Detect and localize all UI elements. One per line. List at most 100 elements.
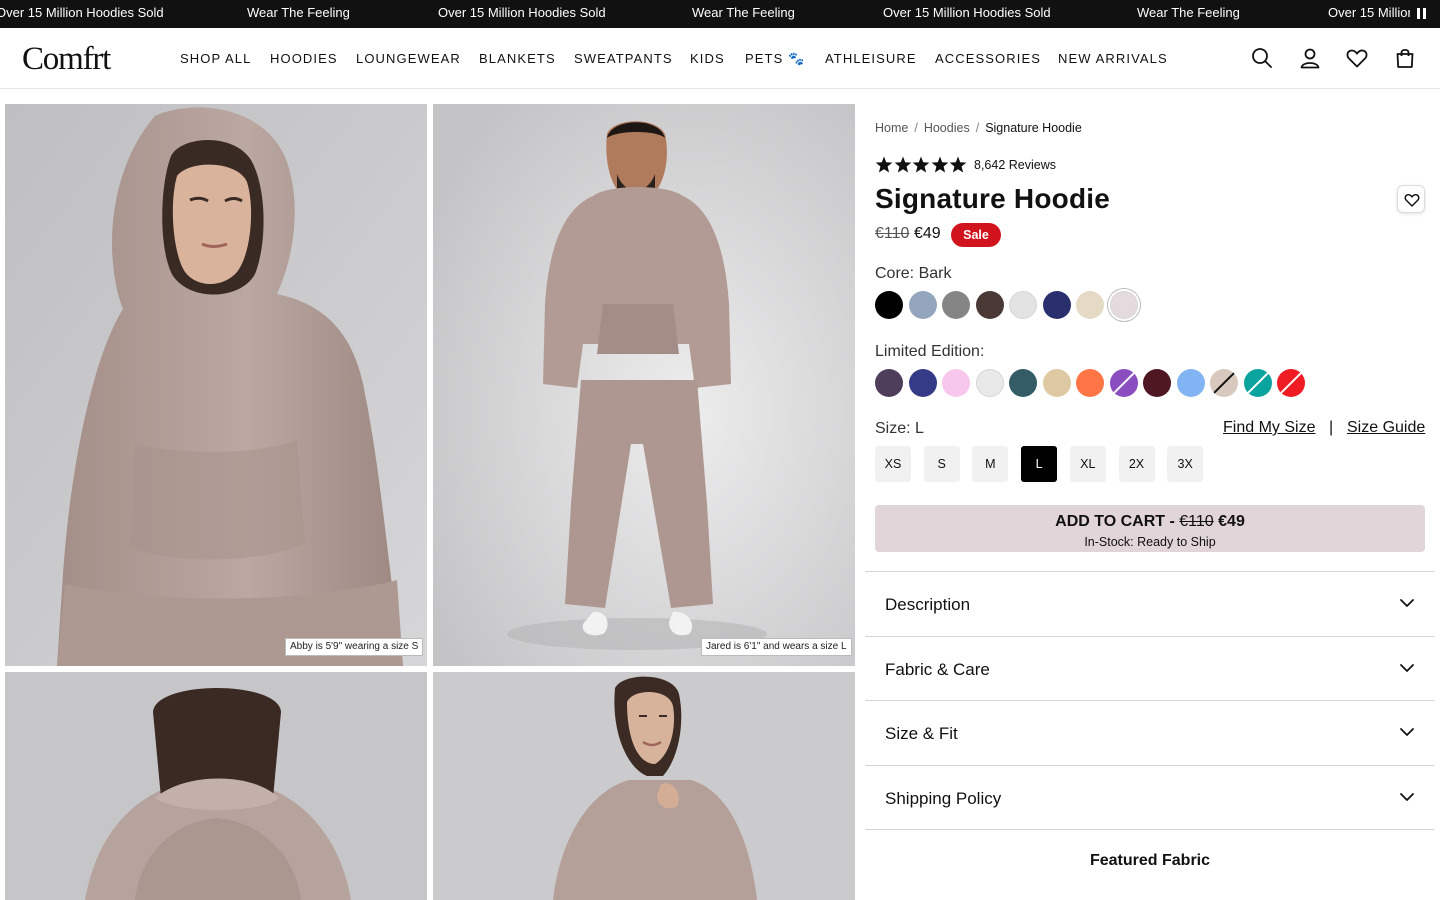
accordion-shipping-policy[interactable]: Shipping Policy <box>865 765 1435 830</box>
nav-item-athleisure[interactable]: ATHLEISURE <box>825 52 917 66</box>
accordion-label: Description <box>885 595 971 614</box>
core-color-swatch[interactable] <box>1042 291 1071 319</box>
size-option-l[interactable]: L <box>1021 446 1058 482</box>
chevron-down-icon <box>1400 599 1414 607</box>
limited-color-swatch[interactable] <box>908 369 937 397</box>
accordion-size-fit[interactable]: Size & Fit <box>865 700 1435 765</box>
original-price: €110 <box>875 225 910 242</box>
breadcrumb-separator: / <box>975 121 980 135</box>
pause-icon[interactable] <box>1414 7 1428 21</box>
cart-bag-icon[interactable] <box>1393 46 1417 70</box>
search-icon[interactable] <box>1250 46 1274 70</box>
core-color-swatch[interactable] <box>975 291 1004 319</box>
nav-item-sweatpants[interactable]: SWEATPANTS <box>574 52 673 66</box>
announcement-track: Over 15 Million Hoodies Sold Wear The Fe… <box>0 0 1410 28</box>
announcement-message: Over 15 Million Hoodies Sold <box>438 5 606 20</box>
limited-color-swatch[interactable] <box>1042 369 1071 397</box>
find-my-size-link[interactable]: Find My Size <box>1223 419 1315 437</box>
star-icon <box>894 156 911 173</box>
size-label: Size: L <box>875 420 924 437</box>
breadcrumb-hoodies[interactable]: Hoodies <box>924 121 970 135</box>
star-icon <box>912 156 930 173</box>
star-icon <box>931 156 948 173</box>
size-option-xs[interactable]: XS <box>875 446 911 482</box>
nav-item-shop-all[interactable]: SHOP ALL <box>180 52 251 66</box>
model-size-caption: Jared is 6'1" and wears a size L <box>701 638 852 656</box>
announcement-message: Wear The Feeling <box>247 5 350 20</box>
sold-out-slash <box>1210 369 1238 397</box>
logo[interactable]: Comfrt <box>22 42 111 76</box>
announcement-message: Over 15 Million Hoodies Sold <box>0 5 164 20</box>
sold-out-slash <box>1244 369 1271 397</box>
size-option-xl[interactable]: XL <box>1069 446 1106 482</box>
breadcrumb-home[interactable]: Home <box>875 121 908 135</box>
limited-color-swatch[interactable] <box>1109 369 1138 397</box>
nav-item-blankets[interactable]: BLANKETS <box>479 52 556 66</box>
accordion-description[interactable]: Description <box>865 571 1435 636</box>
announcement-message: Wear The Feeling <box>692 5 795 20</box>
limited-color-swatch[interactable] <box>1176 369 1205 397</box>
limited-color-swatch[interactable] <box>1009 369 1037 397</box>
add-to-cart-button[interactable]: ADD TO CART - €110 €49 In-Stock: Ready t… <box>875 505 1425 552</box>
star-icon <box>875 156 893 173</box>
sold-out-slash <box>1277 369 1305 397</box>
size-option-m[interactable]: M <box>972 446 1009 482</box>
heart-icon <box>1404 194 1420 207</box>
size-guide-link[interactable]: Size Guide <box>1347 419 1425 437</box>
accordion-label: Size & Fit <box>885 724 958 743</box>
star-icon <box>949 156 967 173</box>
featured-fabric-heading: Featured Fabric <box>1089 852 1211 869</box>
wishlist-heart-icon[interactable] <box>1345 46 1369 70</box>
site-header: Comfrt SHOP ALL HOODIES LOUNGEWEAR BLANK… <box>0 28 1440 89</box>
account-icon[interactable] <box>1298 46 1322 70</box>
chevron-down-icon <box>1400 793 1414 801</box>
announcement-bar: Over 15 Million Hoodies Sold Wear The Fe… <box>0 0 1440 28</box>
breadcrumb-separator: / <box>914 121 918 135</box>
add-to-cart-label: ADD TO CART - <box>1055 513 1180 530</box>
announcement-message: Wear The Feeling <box>1137 5 1240 20</box>
core-color-swatch[interactable] <box>1009 291 1037 319</box>
size-links-separator: | <box>1329 419 1334 436</box>
limited-color-swatch[interactable] <box>975 369 1004 397</box>
limited-color-swatch[interactable] <box>1143 369 1171 397</box>
announcement-message: Over 15 Million Hoodies Sold <box>883 5 1051 20</box>
size-option-2x[interactable]: 2X <box>1118 446 1155 482</box>
breadcrumb: Home / Hoodies / Signature Hoodie <box>875 121 1082 135</box>
model-size-caption: Abby is 5'9" wearing a size S <box>285 638 424 656</box>
sale-badge: Sale <box>951 223 1001 247</box>
add-to-cart-old-price: €110 <box>1179 513 1214 530</box>
review-count[interactable]: 8,642 Reviews <box>974 158 1056 172</box>
core-color-swatch[interactable] <box>1076 291 1104 319</box>
limited-color-swatch[interactable] <box>875 369 903 397</box>
nav-item-new-arrivals[interactable]: NEW ARRIVALS <box>1058 52 1168 66</box>
sale-price: €49 <box>914 225 941 242</box>
nav-item-accessories[interactable]: ACCESSORIES <box>935 52 1041 66</box>
core-color-swatch[interactable] <box>875 291 903 319</box>
limited-color-swatch[interactable] <box>1277 369 1305 397</box>
product-image-back[interactable] <box>5 672 427 900</box>
nav-item-loungewear[interactable]: LOUNGEWEAR <box>356 52 461 66</box>
limited-color-swatch[interactable] <box>1076 369 1104 397</box>
limited-color-swatch[interactable] <box>1243 369 1272 397</box>
product-title: Signature Hoodie <box>875 183 1110 214</box>
core-color-swatch[interactable] <box>942 291 970 319</box>
announcement-message: Over 15 Million Hoodies Sold <box>1328 5 1410 20</box>
product-image-front-female[interactable]: Abby is 5'9" wearing a size S <box>5 104 427 666</box>
limited-edition-label: Limited Edition: <box>875 343 985 360</box>
core-color-swatch[interactable] <box>908 291 937 319</box>
core-color-swatch[interactable] <box>1109 291 1138 319</box>
accordion-label: Fabric & Care <box>885 660 990 679</box>
limited-color-swatch[interactable] <box>942 369 970 397</box>
size-option-3x[interactable]: 3X <box>1167 446 1204 482</box>
nav-item-hoodies[interactable]: HOODIES <box>270 52 338 66</box>
product-image-front-male[interactable]: Jared is 6'1" and wears a size L <box>433 104 855 666</box>
accordion-fabric-care[interactable]: Fabric & Care <box>865 636 1435 701</box>
nav-item-kids[interactable]: KIDS <box>690 52 725 66</box>
breadcrumb-current: Signature Hoodie <box>985 121 1082 135</box>
core-color-label: Core: Bark <box>875 265 952 282</box>
add-to-wishlist-button[interactable] <box>1397 185 1425 213</box>
product-image-pose[interactable] <box>433 672 855 900</box>
size-option-s[interactable]: S <box>923 446 960 482</box>
limited-color-swatch[interactable] <box>1210 369 1238 397</box>
nav-item-pets[interactable]: PETS 🐾 <box>745 52 805 66</box>
